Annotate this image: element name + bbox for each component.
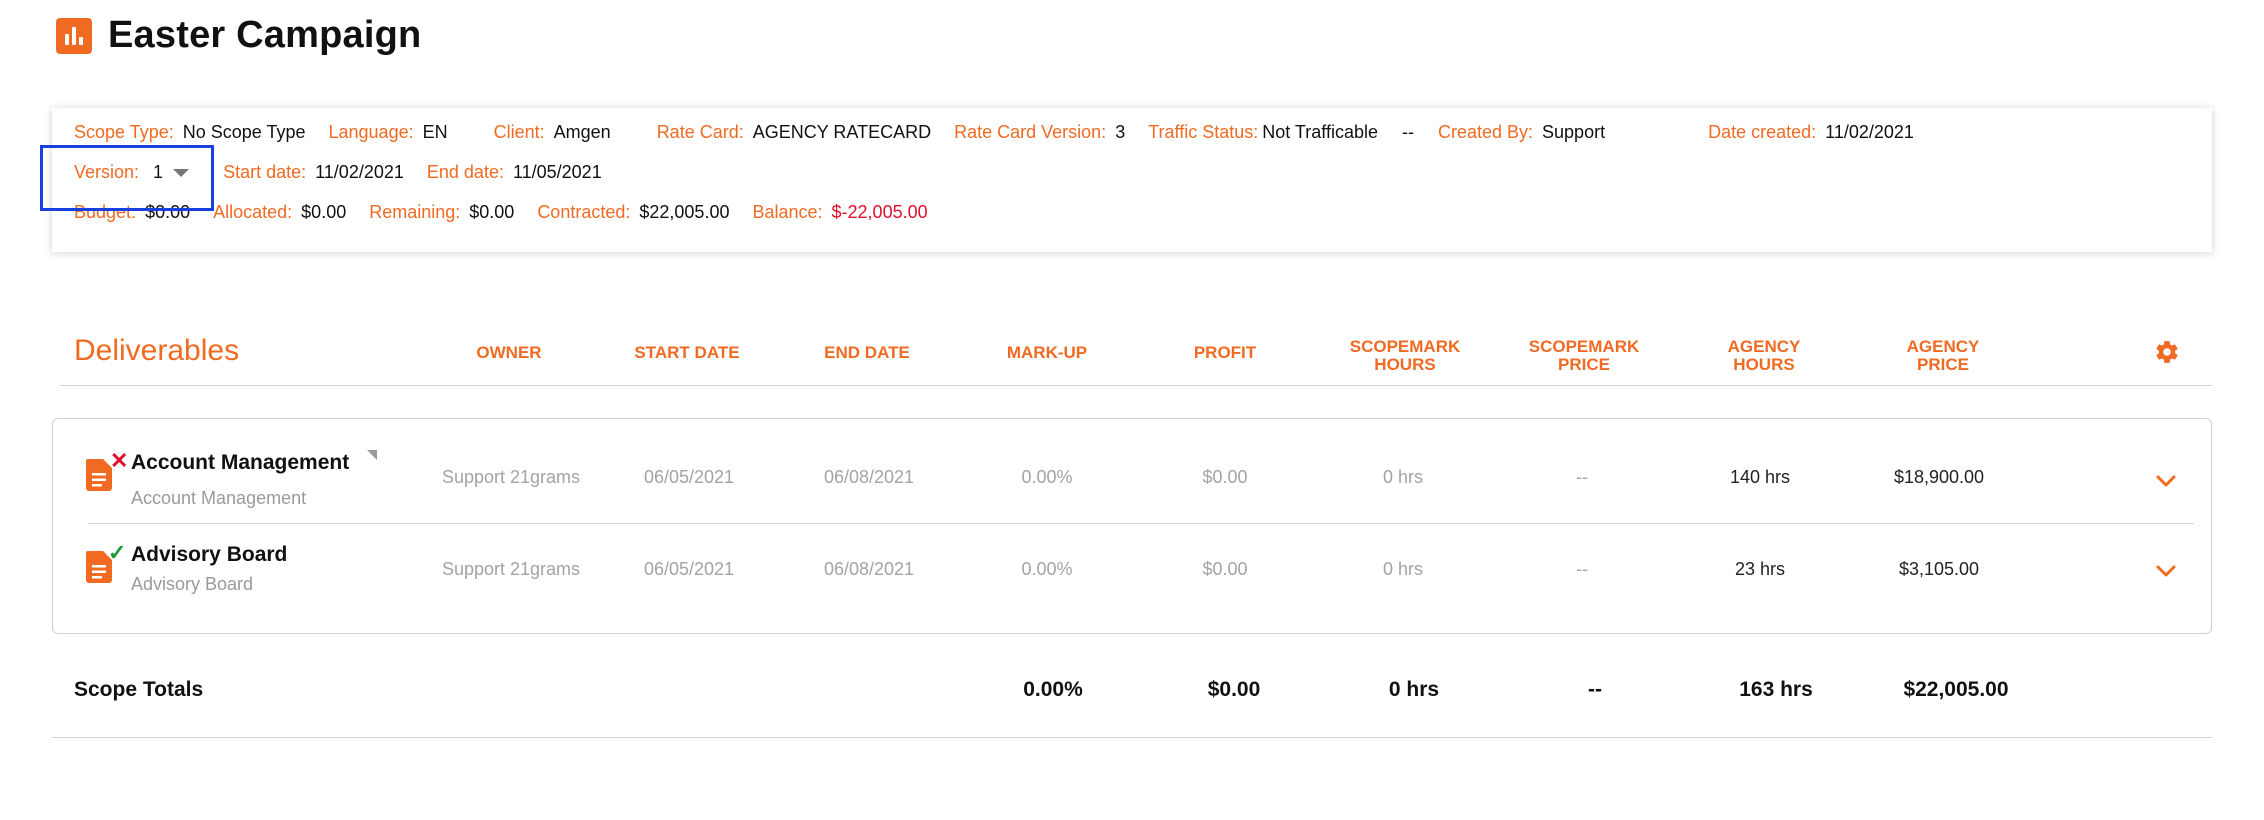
error-x-icon: ✕ bbox=[110, 448, 129, 473]
allocated-field: Allocated: $0.00 bbox=[213, 202, 347, 222]
total-scopemark-hours: 0 hrs bbox=[1388, 678, 1440, 701]
col-header-end-date[interactable]: END DATE bbox=[792, 344, 942, 362]
rate-card-value: AGENCY RATECARD bbox=[752, 122, 932, 142]
profit-cell: $0.00 bbox=[1202, 559, 1248, 579]
col-header-agency-hours[interactable]: AGENCY HOURS bbox=[1689, 338, 1839, 374]
agency-hours-cell: 23 hrs bbox=[1734, 559, 1786, 579]
page-header: Easter Campaign bbox=[56, 14, 421, 57]
col-header-owner[interactable]: OWNER bbox=[434, 344, 584, 362]
allocated-value: $0.00 bbox=[301, 202, 347, 222]
chevron-down-icon[interactable] bbox=[2156, 474, 2176, 488]
traffic-status-value: Not Trafficable bbox=[1262, 122, 1378, 142]
chevron-down-icon[interactable] bbox=[2156, 564, 2176, 578]
traffic-status-extra: -- bbox=[1401, 122, 1414, 142]
scopemark-hours-cell: 0 hrs bbox=[1382, 467, 1424, 487]
scopemark-price-cell: -- bbox=[1576, 467, 1588, 487]
col-header-profit[interactable]: PROFIT bbox=[1150, 344, 1300, 362]
col-header-markup[interactable]: MARK-UP bbox=[972, 344, 1122, 362]
agency-price-cell: $3,105.00 bbox=[1898, 559, 1980, 579]
totals-divider bbox=[52, 737, 2212, 738]
owner-cell: Support 21grams bbox=[441, 559, 581, 579]
deliverable-subtitle: Advisory Board bbox=[131, 574, 254, 594]
col-header-agency-price[interactable]: AGENCY PRICE bbox=[1868, 338, 2018, 374]
language-value: EN bbox=[422, 122, 448, 142]
traffic-status-field: Traffic Status: Not Trafficable -- bbox=[1148, 122, 1414, 142]
scope-type-field: Scope Type: No Scope Type bbox=[74, 122, 306, 142]
contracted-value: $22,005.00 bbox=[639, 202, 730, 222]
remaining-value: $0.00 bbox=[469, 202, 515, 222]
owner-cell: Support 21grams bbox=[441, 467, 581, 487]
total-scopemark-price: -- bbox=[1588, 678, 1602, 701]
remaining-field: Remaining: $0.00 bbox=[369, 202, 515, 222]
bar-chart-icon bbox=[56, 17, 92, 54]
balance-value: $-22,005.00 bbox=[831, 202, 928, 222]
col-header-scopemark-hours[interactable]: SCOPEMARK HOURS bbox=[1330, 338, 1480, 374]
version-selection-highlight bbox=[40, 145, 214, 211]
profit-cell: $0.00 bbox=[1202, 467, 1248, 487]
info-row-1: Scope Type: No Scope Type Language: EN C… bbox=[74, 122, 1914, 143]
deliverables-header-divider bbox=[60, 385, 2212, 386]
markup-cell: 0.00% bbox=[1021, 467, 1073, 487]
agency-price-cell: $18,900.00 bbox=[1893, 467, 1985, 487]
scope-info-card: Scope Type: No Scope Type Language: EN C… bbox=[52, 108, 2212, 252]
rate-card-version-field: Rate Card Version: 3 bbox=[954, 122, 1126, 142]
date-created-field: Date created: 11/02/2021 bbox=[1708, 122, 1914, 142]
language-field: Language: EN bbox=[328, 122, 448, 142]
created-by-field: Created By: Support bbox=[1437, 122, 1606, 142]
created-by-value: Support bbox=[1542, 122, 1606, 142]
total-agency-price: $22,005.00 bbox=[1903, 678, 2009, 701]
start-date-cell: 06/05/2021 bbox=[643, 559, 735, 579]
total-profit: $0.00 bbox=[1207, 678, 1261, 701]
deliverable-subtitle: Account Management bbox=[131, 488, 307, 508]
scopemark-hours-cell: 0 hrs bbox=[1382, 559, 1424, 579]
scope-totals-label: Scope Totals bbox=[74, 678, 204, 701]
contracted-field: Contracted: $22,005.00 bbox=[537, 202, 730, 222]
row-divider bbox=[88, 523, 2194, 524]
check-icon: ✓ bbox=[108, 540, 127, 565]
agency-hours-cell: 140 hrs bbox=[1729, 467, 1791, 487]
deliverables-title: Deliverables bbox=[74, 334, 240, 367]
corner-indicator-icon bbox=[367, 450, 377, 460]
end-date-field: End date: 11/05/2021 bbox=[426, 162, 602, 182]
client-value: Amgen bbox=[553, 122, 611, 142]
end-date-value: 11/05/2021 bbox=[512, 162, 602, 182]
document-icon bbox=[86, 459, 112, 491]
start-date-cell: 06/05/2021 bbox=[643, 467, 735, 487]
start-date-value: 11/02/2021 bbox=[315, 162, 404, 182]
total-markup: 0.00% bbox=[1023, 678, 1083, 701]
scopemark-price-cell: -- bbox=[1576, 559, 1588, 579]
start-date-field: Start date: 11/02/2021 bbox=[223, 162, 404, 182]
end-date-cell: 06/08/2021 bbox=[823, 559, 915, 579]
deliverable-name[interactable]: Advisory Board bbox=[131, 543, 287, 567]
col-header-start-date[interactable]: START DATE bbox=[612, 344, 762, 362]
deliverable-name[interactable]: Account Management bbox=[131, 451, 349, 475]
gear-icon[interactable] bbox=[2154, 339, 2180, 365]
end-date-cell: 06/08/2021 bbox=[823, 467, 915, 487]
scope-type-value: No Scope Type bbox=[182, 122, 306, 142]
page-title: Easter Campaign bbox=[108, 14, 422, 56]
balance-field: Balance: $-22,005.00 bbox=[752, 202, 928, 222]
rate-card-version-value: 3 bbox=[1115, 122, 1126, 142]
date-created-value: 11/02/2021 bbox=[1825, 122, 1914, 142]
total-agency-hours: 163 hrs bbox=[1739, 678, 1813, 701]
rate-card-field: Rate Card: AGENCY RATECARD bbox=[656, 122, 932, 142]
client-field: Client: Amgen bbox=[493, 122, 611, 142]
col-header-scopemark-price[interactable]: SCOPEMARK PRICE bbox=[1509, 338, 1659, 374]
markup-cell: 0.00% bbox=[1021, 559, 1073, 579]
